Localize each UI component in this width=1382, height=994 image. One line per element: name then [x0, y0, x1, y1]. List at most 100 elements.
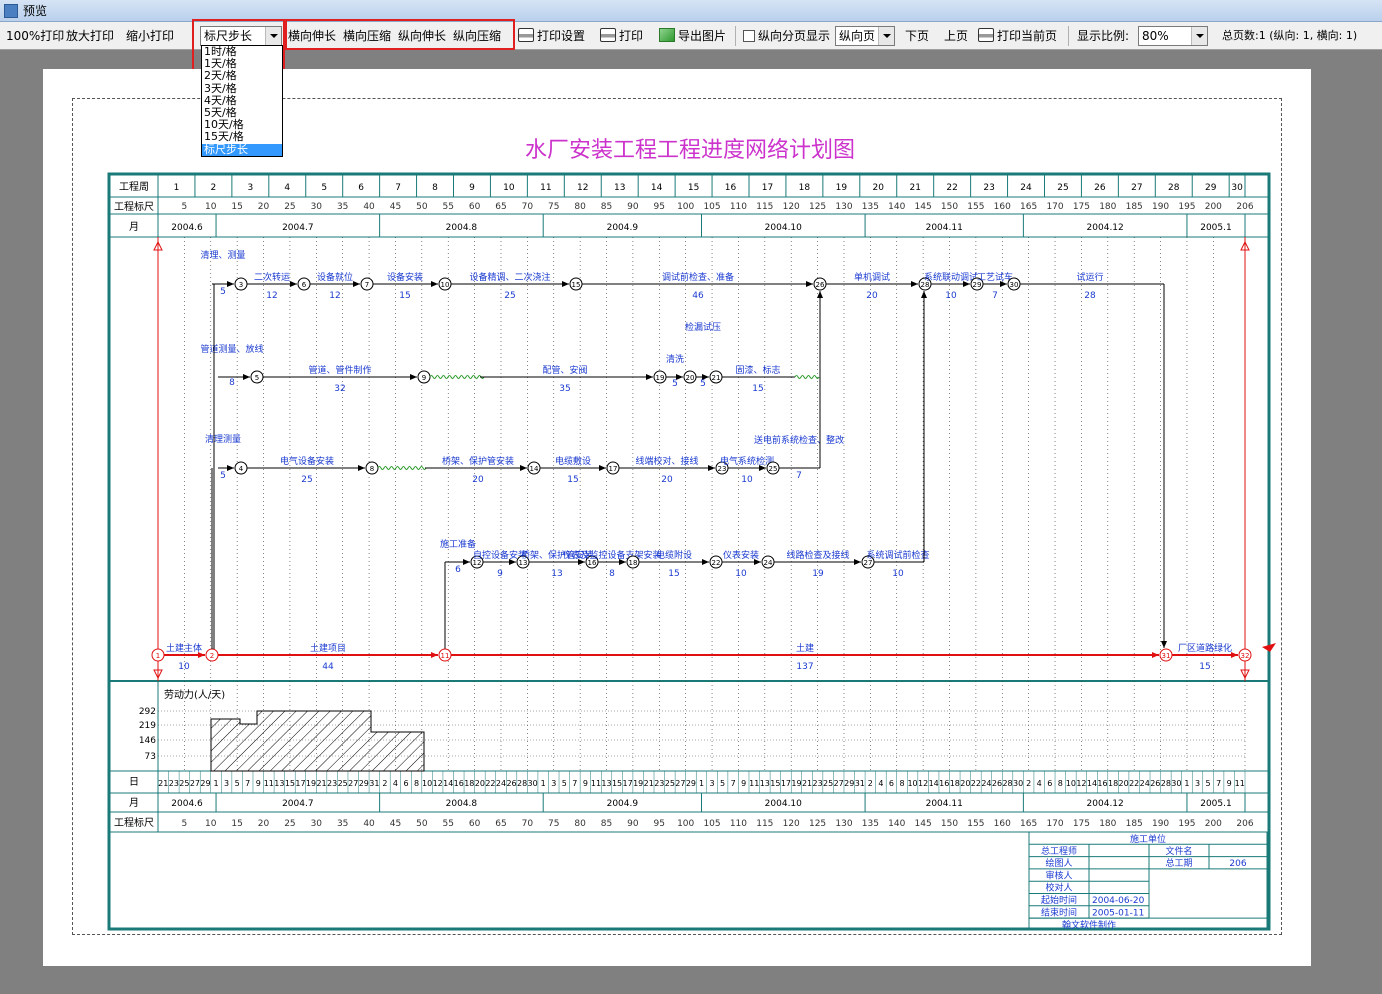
day-label: 20 [1119, 779, 1129, 788]
arrow-head [227, 281, 234, 287]
month-label: 2004.10 [765, 223, 802, 233]
ruler-tick-label: 115 [756, 819, 773, 829]
day-label: 29 [200, 779, 210, 788]
ruler-tick-label: 135 [862, 819, 879, 829]
ruler-tick-label: 190 [1152, 202, 1169, 212]
day-label: 14 [443, 779, 453, 788]
day-label: 20 [960, 779, 970, 788]
task-label: 送电前系统检查、整改 [754, 434, 844, 446]
task-duration: 137 [796, 662, 813, 672]
ruler-tick-label: 130 [835, 202, 852, 212]
week-tick-label: 11 [540, 183, 551, 193]
day-label: 26 [1150, 779, 1160, 788]
day-label: 11 [264, 779, 274, 788]
day-label: 25 [338, 779, 348, 788]
day-label: 1 [699, 779, 704, 788]
day-label: 19 [306, 779, 316, 788]
day-label: 31 [855, 779, 865, 788]
month-label: 2005.1 [1200, 223, 1232, 233]
task-duration: 28 [1084, 291, 1096, 301]
task-duration: 12 [266, 291, 277, 301]
ruler-tick-label: 125 [809, 819, 826, 829]
day-label: 22 [485, 779, 495, 788]
week-tick-label: 5 [321, 183, 327, 193]
day-label: 21 [316, 779, 326, 788]
task-label: 线端校对、接线 [635, 455, 698, 467]
day-label: 18 [464, 779, 474, 788]
network-node-label: 21 [712, 374, 721, 382]
dropdown-option[interactable]: 标尺步长 [202, 143, 282, 156]
free-float-line [429, 375, 485, 379]
task-label: 仪表安装 [723, 549, 759, 561]
ruler-tick-label: 30 [311, 202, 323, 212]
ruler-tick-label: 35 [337, 202, 348, 212]
day-label: 21 [644, 779, 654, 788]
dropdown-option[interactable]: 2天/格 [202, 70, 282, 82]
week-tick-label: 12 [577, 183, 588, 193]
info-header: 施工单位 [1130, 833, 1166, 845]
ruler-tick-label: 20 [258, 202, 270, 212]
task-label: 电缆附设 [656, 549, 692, 561]
ruler-tick-label: 115 [756, 202, 773, 212]
network-node-label: 1 [156, 652, 160, 660]
info-label: 总工程师 [1041, 845, 1077, 857]
ruler-tick-label: 15 [231, 819, 242, 829]
network-node-label: 14 [530, 465, 539, 473]
day-label: 9 [1227, 779, 1232, 788]
ruler-tick-label: 100 [677, 202, 694, 212]
ruler-tick-label: 140 [888, 819, 905, 829]
task-label: 电气设备安装 [280, 455, 334, 467]
day-label: 28 [1161, 779, 1171, 788]
week-tick-label: 28 [1168, 183, 1180, 193]
network-node-label: 3 [239, 281, 243, 289]
day-label: 4 [1037, 779, 1042, 788]
day-label: 2 [382, 779, 387, 788]
day-row-label: 日 [129, 777, 139, 788]
dropdown-option[interactable]: 15天/格 [202, 131, 282, 143]
day-label: 6 [1047, 779, 1052, 788]
end-date: 2005-01-11 [1092, 908, 1144, 918]
ruler-tick-label: 50 [416, 819, 428, 829]
month-label: 2004.12 [1087, 223, 1124, 233]
dropdown-option[interactable]: 3天/格 [202, 82, 282, 95]
ruler-tick-label: 195 [1178, 819, 1195, 829]
day-label: 16 [939, 779, 949, 788]
arrow-head [463, 559, 470, 565]
ruler-tick-label: 190 [1152, 819, 1169, 829]
day-label: 21 [802, 779, 812, 788]
arrow-head [599, 465, 606, 471]
task-label: 系统调试前检查 [866, 549, 929, 561]
week-tick-label: 7 [395, 183, 401, 193]
day-label: 6 [403, 779, 408, 788]
free-float-line [794, 375, 820, 379]
month-label: 2004.10 [765, 799, 802, 809]
month-label: 2004.8 [446, 799, 478, 809]
week-tick-label: 29 [1205, 183, 1217, 193]
task-label: 清洗 [666, 353, 684, 365]
week-tick-label: 16 [725, 183, 737, 193]
arrow-head [431, 281, 438, 287]
week-tick-label: 20 [873, 183, 885, 193]
ruler-tick-label: 195 [1178, 202, 1195, 212]
week-row-label: 工程周 [119, 181, 149, 193]
network-node-label: 30 [1010, 281, 1019, 289]
task-label: 仪表及监控设备支架安装 [562, 549, 661, 561]
week-tick-label: 21 [909, 183, 920, 193]
network-node-label: 22 [712, 559, 721, 567]
ruler-tick-label: 165 [1020, 819, 1037, 829]
day-label: 5 [720, 779, 725, 788]
task-duration: 7 [992, 291, 998, 301]
ruler-tick-label: 180 [1099, 202, 1116, 212]
step-dropdown-list[interactable]: 1时/格 1天/格 2天/格 3天/格 4天/格 5天/格 10天/格 15天/格 标尺步长 [201, 45, 283, 157]
month-label: 2004.7 [282, 799, 314, 809]
ruler-tick-label: 75 [548, 202, 559, 212]
ruler-tick-label: 10 [205, 819, 217, 829]
diagram-title: 水厂安装工程工程进度网络计划图 [524, 138, 855, 163]
ruler-tick-label: 155 [967, 202, 984, 212]
network-node-label: 15 [572, 281, 581, 289]
day-label: 25 [823, 779, 833, 788]
labor-tick-label: 292 [139, 707, 156, 717]
day-label: 8 [1058, 779, 1063, 788]
task-duration: 10 [741, 475, 753, 485]
task-duration: 8 [229, 378, 235, 388]
